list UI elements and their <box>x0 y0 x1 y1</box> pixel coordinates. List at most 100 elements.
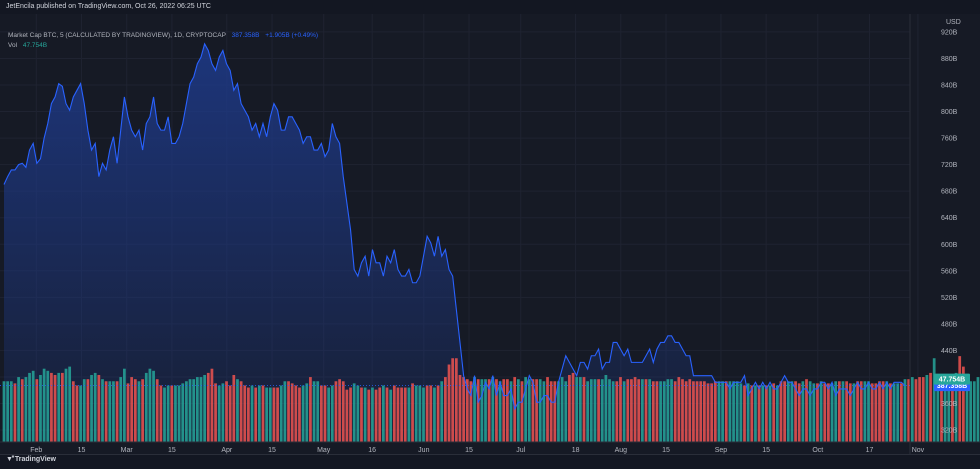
y-tick-label: 440B <box>941 348 958 355</box>
volume-bar <box>706 383 710 442</box>
volume-bar <box>630 379 633 442</box>
volume-bar <box>535 379 538 442</box>
y-tick-label: 360B <box>941 401 958 408</box>
volume-bar <box>695 381 699 442</box>
volume-bar <box>637 379 641 442</box>
volume-bar <box>874 383 878 442</box>
volume-bar <box>68 366 72 442</box>
volume-bar <box>316 381 320 442</box>
volume-bar <box>608 379 611 442</box>
volume-bar <box>976 377 980 442</box>
volume-bar <box>699 381 703 442</box>
volume-bar <box>925 374 929 442</box>
volume-bar <box>309 377 312 442</box>
volume-bar <box>203 374 206 442</box>
volume-bar <box>35 379 39 442</box>
chart-svg[interactable]: USD320B360B400B440B480B520B560B600B640B6… <box>0 14 980 454</box>
volume-bar <box>640 379 644 442</box>
volume-bar <box>206 372 210 442</box>
volume-bar <box>389 389 393 442</box>
volume-bar <box>498 381 502 442</box>
volume-bar <box>254 387 258 442</box>
volume-bar <box>239 381 243 442</box>
volume-bar <box>648 379 652 442</box>
y-tick-label: 720B <box>941 162 958 169</box>
volume-bar <box>568 374 571 442</box>
x-axis: Feb 15 Mar 15 Apr 15 May 16 Jun 15 Jul 18 Aug 15 Sep 15… <box>0 441 980 454</box>
volume-bar <box>42 368 46 442</box>
volume-bar <box>144 372 148 442</box>
volume-bar <box>101 379 104 442</box>
volume-bar <box>597 379 600 442</box>
volume-bar <box>141 379 144 442</box>
y-tick-label: 840B <box>941 83 958 90</box>
volume-bar <box>910 377 914 442</box>
volume-bar <box>243 385 247 442</box>
volume-bar <box>703 381 706 442</box>
volume-bar <box>250 385 254 442</box>
volume-bar <box>119 377 123 442</box>
volume-bar <box>53 374 57 442</box>
volume-bar <box>429 385 433 442</box>
volume-bar <box>345 389 349 442</box>
volume-bar <box>46 370 50 442</box>
currency-label: USD <box>946 19 961 26</box>
volume-bar <box>651 381 655 442</box>
volume-bar <box>757 385 761 442</box>
volume-bar <box>553 381 557 442</box>
chart-area[interactable]: USD320B360B400B440B480B520B560B600B640B6… <box>0 14 980 454</box>
y-tick-label: 880B <box>941 56 958 63</box>
volume-bar <box>425 385 429 442</box>
volume-bar <box>185 381 188 442</box>
volume-bar <box>589 379 593 442</box>
volume-bar <box>615 381 619 442</box>
volume-bar <box>516 379 520 442</box>
volume-bar <box>626 379 630 442</box>
volume-bar <box>797 383 801 442</box>
y-tick-label: 600B <box>941 242 958 249</box>
volume-bar <box>670 379 673 442</box>
volume-bar <box>754 385 757 442</box>
volume-bar <box>28 372 31 442</box>
volume-bar <box>542 381 546 442</box>
volume-bar <box>786 381 790 442</box>
volume-bar <box>932 358 936 442</box>
volume-bar <box>71 381 75 442</box>
volume-bar <box>859 381 863 442</box>
volume-bar <box>214 383 217 442</box>
volume-bar <box>210 368 214 442</box>
volume-bar <box>775 385 779 442</box>
volume-bar <box>870 383 874 442</box>
volume-bar <box>538 379 542 442</box>
volume-bar <box>841 381 845 442</box>
volume-bar <box>221 383 225 442</box>
volume-bar <box>6 381 10 442</box>
volume-bar <box>39 374 42 442</box>
tradingview-logo[interactable]: ▼⃰ TradingView <box>6 456 56 463</box>
volume-bar <box>50 372 53 442</box>
volume-bar <box>681 379 684 442</box>
legend-symbol-text: Market Cap BTC, 5 (CALCULATED BY TRADING… <box>8 32 226 39</box>
x-tick-label: 15 <box>168 447 176 454</box>
volume-bar <box>360 387 363 442</box>
volume-bar <box>327 387 331 442</box>
volume-bar <box>57 372 61 442</box>
volume-bar <box>761 385 765 442</box>
volume-bar <box>743 385 746 442</box>
volume-bar <box>724 381 728 442</box>
volume-bar <box>272 387 276 442</box>
volume-bar <box>341 381 345 442</box>
legend-change: +1.905B (+0.49%) <box>265 32 319 39</box>
volume-bar <box>155 379 159 442</box>
volume-bar <box>491 377 495 442</box>
volume-bar <box>378 387 382 442</box>
volume-bar <box>188 379 192 442</box>
volume-bar <box>819 381 823 442</box>
volume-bar <box>856 381 859 442</box>
volume-bar <box>808 381 812 442</box>
volume-bar <box>575 377 579 442</box>
x-tick-label: Jul <box>516 447 525 454</box>
volume-bar <box>484 379 487 442</box>
volume-bar <box>148 368 152 442</box>
volume-bar <box>739 383 743 442</box>
